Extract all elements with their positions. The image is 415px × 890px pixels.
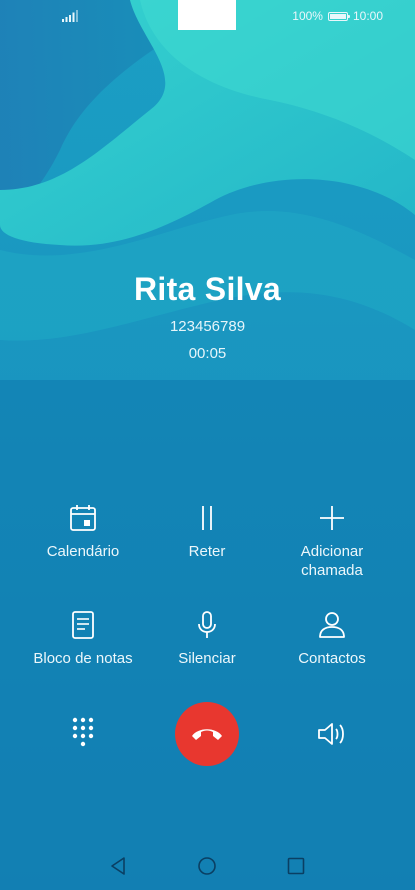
status-right: 100% 10:00	[292, 9, 383, 23]
add-call-button[interactable]: Adicionar chamada	[262, 503, 402, 580]
signal-icon	[62, 10, 78, 22]
add-call-label: Adicionar chamada	[300, 543, 364, 579]
hold-label: Reter	[188, 543, 226, 560]
keypad-icon[interactable]	[68, 716, 98, 750]
calendar-button[interactable]: Calendário	[13, 503, 153, 561]
notepad-icon	[72, 611, 94, 639]
plus-icon	[320, 506, 344, 530]
call-duration: 00:05	[188, 345, 227, 362]
status-bar: 100% 10:00	[0, 0, 415, 34]
call-screen: 100% 10:00 Rita Silva 123456789 00:05 Ca…	[0, 0, 415, 890]
microphone-icon	[198, 611, 216, 638]
camera-notch	[178, 0, 236, 30]
speaker-icon[interactable]	[316, 720, 348, 748]
recent-apps-icon[interactable]	[286, 856, 306, 876]
clock: 10:00	[352, 9, 383, 23]
calendar-label: Calendário	[46, 543, 120, 560]
hang-up-icon	[192, 729, 222, 740]
notepad-button[interactable]: Bloco de notas	[13, 610, 153, 668]
navigation-bar	[0, 850, 415, 884]
battery-icon	[327, 11, 350, 21]
battery-percentage: 100%	[292, 9, 323, 23]
pause-icon	[202, 506, 212, 530]
mute-label: Silenciar	[178, 650, 236, 667]
end-call-button[interactable]	[175, 702, 239, 766]
contacts-button[interactable]: Contactos	[262, 610, 402, 668]
home-icon[interactable]	[197, 856, 217, 876]
mute-button[interactable]: Silenciar	[137, 610, 277, 668]
calendar-icon	[70, 505, 96, 531]
caller-name: Rita Silva	[133, 271, 282, 307]
notepad-label: Bloco de notas	[33, 650, 133, 667]
caller-number: 123456789	[169, 318, 246, 335]
contacts-label: Contactos	[298, 650, 366, 667]
hold-button[interactable]: Reter	[137, 503, 277, 561]
person-icon	[319, 612, 345, 638]
back-icon[interactable]	[108, 856, 128, 876]
